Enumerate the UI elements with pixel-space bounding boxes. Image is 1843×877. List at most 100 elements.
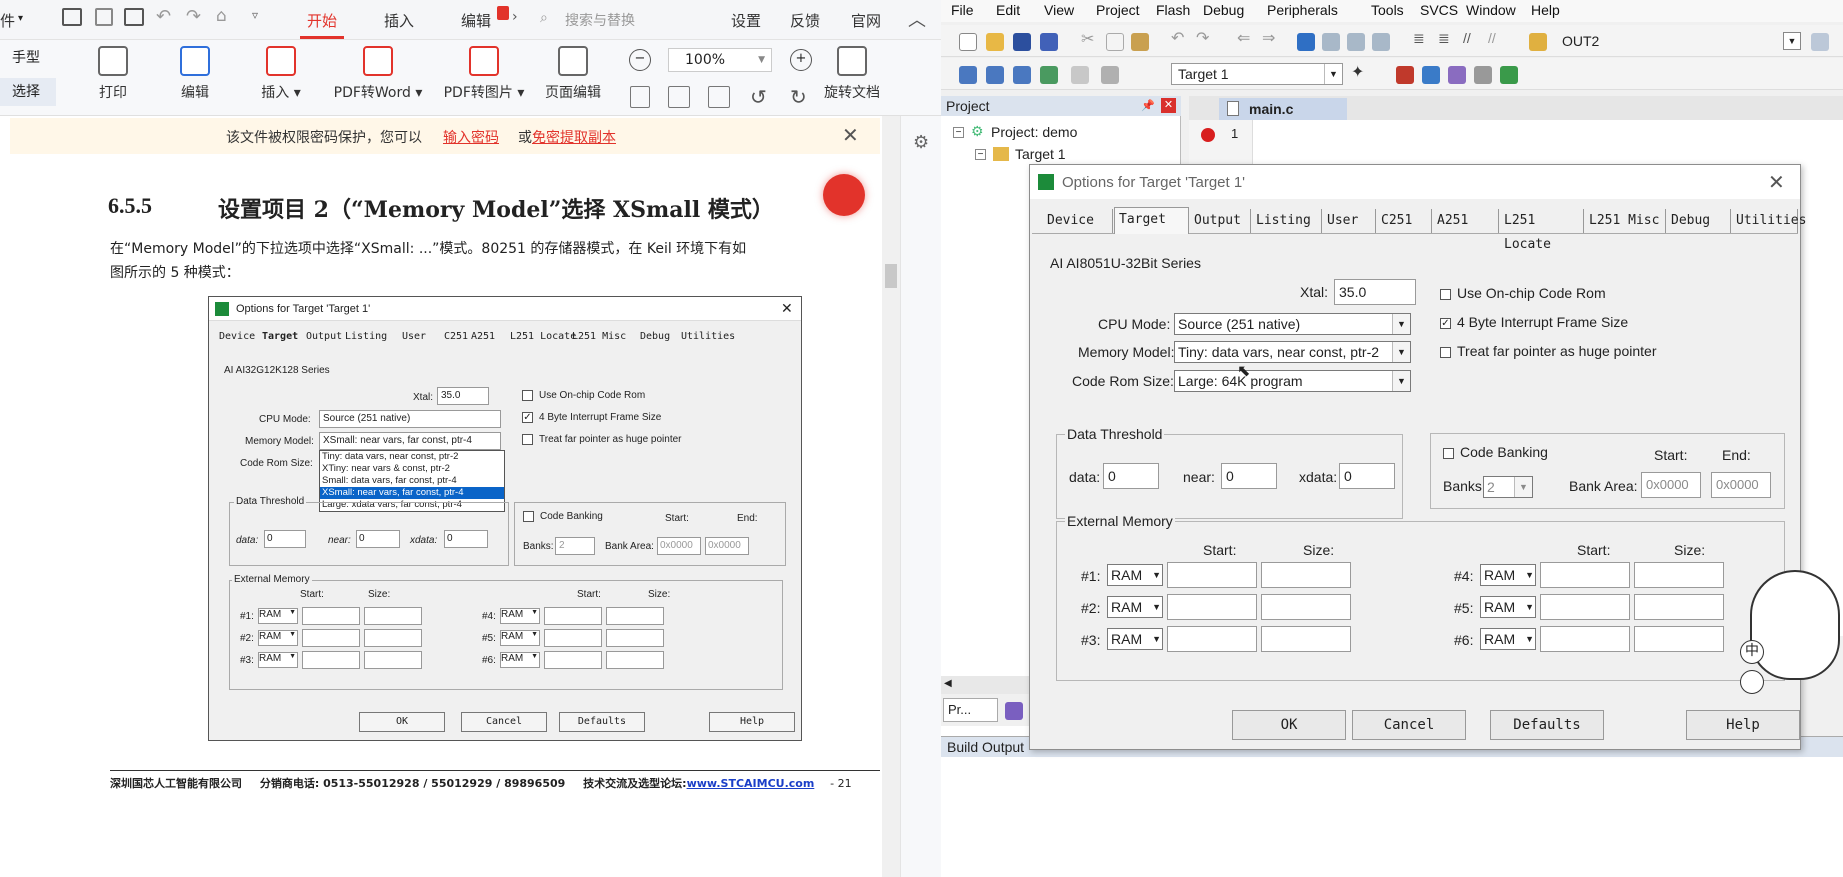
start-field[interactable] [1167, 562, 1257, 588]
menu-svcs[interactable]: SVCS [1420, 2, 1458, 18]
tab-c251[interactable]: C251 [1377, 209, 1432, 233]
memory-type-select[interactable]: RAM ▼ [1480, 628, 1536, 650]
enter-password-link[interactable]: 输入密码 [443, 127, 499, 147]
breakpoint-icon[interactable] [1201, 128, 1215, 142]
chevron-down-icon[interactable]: ▼ [1783, 32, 1801, 50]
ok-button[interactable]: OK [1232, 710, 1346, 740]
nav-forward-icon[interactable]: ⇒ [1262, 28, 1280, 47]
xdata-field[interactable]: 0 [1339, 463, 1395, 489]
tab-user[interactable]: User [1323, 209, 1376, 233]
collapse-ribbon-icon[interactable]: ︿ [908, 6, 926, 32]
edit-button[interactable]: 编辑 [178, 46, 212, 102]
pdf-to-image-button[interactable]: PDF转图片 ▾ [441, 46, 527, 102]
undo-icon[interactable]: ↶ [156, 6, 171, 27]
footer-forum-link[interactable]: www.STCAIMCU.com [687, 777, 815, 790]
stop-build-icon[interactable] [1071, 66, 1089, 84]
code-banking-checkbox[interactable]: Code Banking [1443, 444, 1548, 460]
redo-icon[interactable]: ↷ [1196, 28, 1214, 47]
project-root[interactable]: Project: demo [991, 124, 1077, 140]
insert-button[interactable]: 插入 ▾ [256, 46, 306, 102]
fit-width-icon[interactable] [708, 86, 730, 108]
search-input[interactable]: 搜索与替换 [565, 10, 635, 30]
home-icon[interactable]: ⌂ [216, 6, 227, 26]
menu-tools[interactable]: Tools [1371, 2, 1404, 18]
tab-l251-locate[interactable]: L251 Locate [1500, 209, 1584, 252]
project-target[interactable]: Target 1 [1015, 146, 1066, 162]
bank-start-field[interactable]: 0x0000 [1641, 472, 1701, 498]
menu-file[interactable]: File [951, 2, 974, 18]
close-icon[interactable]: ✕ [1768, 170, 1785, 195]
tab-edit[interactable]: 编辑 [461, 10, 491, 31]
chevron-right-icon[interactable]: › [512, 9, 518, 25]
size-field[interactable] [1634, 562, 1724, 588]
page-edit-button[interactable]: 页面编辑 [542, 46, 604, 102]
pack-installer-icon[interactable] [1500, 66, 1518, 84]
menu-project[interactable]: Project [1096, 2, 1140, 18]
indent-icon[interactable]: ≣ [1413, 30, 1431, 48]
chevron-down-icon[interactable]: ▾ [18, 13, 23, 24]
prev-bookmark-icon[interactable] [1322, 33, 1340, 51]
target-select[interactable]: Target 1 ▼ [1171, 63, 1343, 85]
find-in-files-icon[interactable] [1529, 33, 1547, 51]
tab-home[interactable]: 开始 [307, 10, 337, 31]
collapse-icon[interactable]: − [975, 149, 986, 160]
save-icon[interactable] [95, 8, 113, 26]
rotate-right-icon[interactable]: ↻ [790, 85, 807, 109]
near-field[interactable]: 0 [1221, 463, 1277, 489]
memory-type-select[interactable]: RAM ▼ [1107, 628, 1163, 650]
tab-target[interactable]: Target [1114, 207, 1189, 234]
comment-icon[interactable]: // [1463, 30, 1481, 48]
pdf-to-word-button[interactable]: PDF转Word ▾ [328, 46, 428, 102]
feedback-link[interactable]: 反馈 [790, 10, 820, 31]
bookmark-icon[interactable] [1297, 33, 1315, 51]
zoom-in-icon[interactable]: + [790, 49, 812, 71]
tab-a251[interactable]: A251 [1433, 209, 1499, 233]
treat-far-checkbox[interactable]: Treat far pointer as huge pointer [1440, 337, 1657, 366]
tab-l251-misc[interactable]: L251 Misc [1585, 209, 1666, 233]
pdf-vertical-scrollbar[interactable] [882, 116, 900, 877]
close-icon[interactable]: ✕ [842, 123, 859, 147]
save-all-icon[interactable] [1040, 33, 1058, 51]
start-field[interactable] [1540, 626, 1630, 652]
next-bookmark-icon[interactable] [1347, 33, 1365, 51]
manage-components-icon[interactable] [1396, 66, 1414, 84]
bank-end-field[interactable]: 0x0000 [1711, 472, 1771, 498]
hand-tool[interactable]: 手型 [0, 44, 58, 72]
tab-file[interactable]: 件 [0, 10, 15, 31]
undo-icon[interactable]: ↶ [1171, 28, 1189, 47]
code-rom-select[interactable]: Large: 64K program ▼ [1174, 370, 1411, 392]
tab-listing[interactable]: Listing [1252, 209, 1322, 233]
file-extensions-icon[interactable] [1422, 66, 1440, 84]
search-icon[interactable]: ⌕ [540, 10, 548, 26]
magic-wand-icon[interactable]: ✦ [1351, 62, 1369, 81]
menu-debug[interactable]: Debug [1203, 2, 1244, 18]
load-icon[interactable] [1101, 66, 1119, 84]
clear-bookmarks-icon[interactable] [1372, 33, 1390, 51]
fit-page-icon[interactable] [668, 86, 690, 108]
cut-icon[interactable]: ✂ [1081, 29, 1099, 48]
sliders-icon[interactable]: ⚙ [913, 132, 929, 153]
env-icon[interactable] [1448, 66, 1466, 84]
save-icon[interactable] [1013, 33, 1031, 51]
redo-icon[interactable]: ↷ [186, 6, 201, 27]
uncomment-icon[interactable]: // [1488, 30, 1506, 48]
memory-type-select[interactable]: RAM ▼ [1107, 596, 1163, 618]
copy-icon[interactable] [1106, 33, 1124, 51]
memory-type-select[interactable]: RAM ▼ [1107, 564, 1163, 586]
menu-help[interactable]: Help [1531, 2, 1560, 18]
rotate-document-button[interactable]: 旋转文档 [820, 46, 884, 102]
unindent-icon[interactable]: ≣ [1438, 30, 1456, 48]
more-icon[interactable]: ▿ [252, 8, 258, 22]
start-field[interactable] [1167, 594, 1257, 620]
single-page-icon[interactable] [630, 86, 650, 108]
translate-icon[interactable] [959, 66, 977, 84]
menu-window[interactable]: Window [1466, 2, 1516, 18]
data-field[interactable]: 0 [1103, 463, 1159, 489]
nav-back-icon[interactable]: ⇐ [1237, 28, 1255, 47]
menu-edit[interactable]: Edit [996, 2, 1020, 18]
defaults-button[interactable]: Defaults [1490, 710, 1604, 740]
scroll-left-icon[interactable]: ◀ [944, 678, 952, 689]
rebuild-icon[interactable] [1013, 66, 1031, 84]
download-icon[interactable] [1040, 66, 1058, 84]
start-field[interactable] [1540, 594, 1630, 620]
